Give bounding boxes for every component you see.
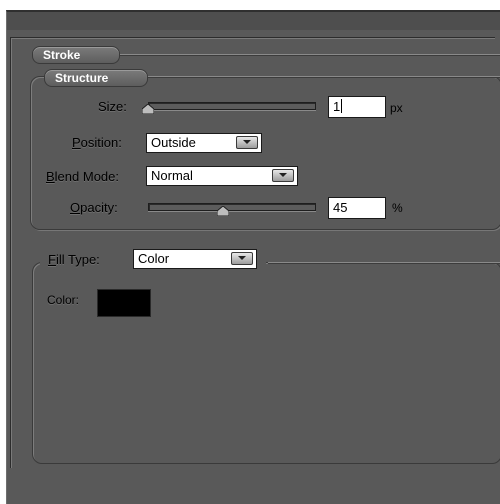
fill-legend-rule: [268, 262, 500, 264]
blend-mode-label: Blend Mode:: [46, 169, 119, 184]
size-label: Size:: [98, 99, 127, 114]
stroke-legend-rule: [100, 54, 500, 56]
opacity-slider-thumb-icon[interactable]: [216, 206, 229, 216]
text-cursor: [341, 99, 343, 113]
size-unit: px: [390, 101, 403, 115]
fill-type-select-value: Color: [138, 251, 170, 266]
chevron-down-icon[interactable]: [231, 252, 253, 265]
opacity-slider[interactable]: [148, 203, 316, 211]
color-swatch[interactable]: [97, 289, 151, 317]
position-select[interactable]: Outside: [146, 133, 262, 153]
size-slider-thumb-icon[interactable]: [142, 104, 154, 114]
position-select-value: Outside: [151, 135, 196, 150]
stroke-group-title: Stroke: [32, 46, 120, 64]
blend-mode-select-value: Normal: [151, 168, 193, 183]
structure-legend-rule: [128, 76, 500, 78]
structure-group-title: Structure: [44, 69, 148, 87]
fill-type-select[interactable]: Color: [133, 249, 257, 269]
fill-type-label: Fill Type:: [48, 252, 100, 267]
opacity-input[interactable]: 45: [328, 197, 386, 219]
size-slider[interactable]: [148, 102, 316, 110]
opacity-label: Opacity:: [70, 200, 118, 215]
dialog-top-edge: [7, 12, 500, 30]
size-input[interactable]: 1: [328, 96, 386, 118]
chevron-down-icon[interactable]: [236, 136, 258, 149]
color-label: Color:: [47, 293, 80, 307]
position-label: Position:: [72, 135, 122, 150]
blend-mode-select[interactable]: Normal: [146, 166, 298, 186]
chevron-down-icon[interactable]: [272, 169, 294, 182]
opacity-unit: %: [392, 201, 403, 215]
